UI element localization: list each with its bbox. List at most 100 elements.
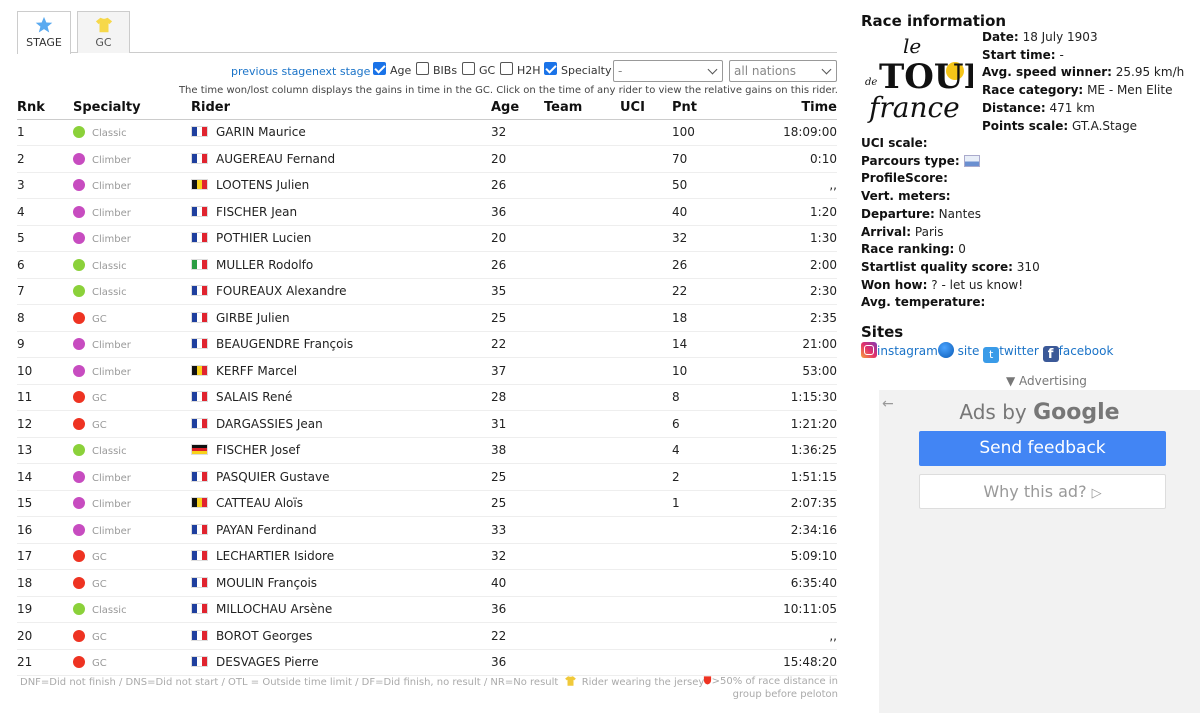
cell-time[interactable]: 21:00	[732, 331, 837, 358]
tab-gc-label: GC	[95, 36, 112, 49]
cell-time[interactable]: 5:09:10	[732, 543, 837, 570]
rider-link[interactable]: PAYAN Ferdinand	[216, 523, 317, 537]
tab-stage[interactable]: STAGE	[17, 11, 71, 54]
h2h-checkbox[interactable]	[500, 62, 513, 75]
cell-time[interactable]: 2:35	[732, 304, 837, 332]
advertising-label[interactable]: ▼ Advertising	[1006, 374, 1087, 388]
cell-time[interactable]: 1:30	[732, 225, 837, 252]
cell-team[interactable]	[544, 543, 620, 570]
cell-team[interactable]	[544, 278, 620, 305]
cell-time[interactable]: 2:30	[732, 278, 837, 305]
flag-fr-icon	[191, 391, 208, 403]
cell-team[interactable]	[544, 145, 620, 173]
cell-team[interactable]	[544, 622, 620, 650]
cell-time[interactable]: 2:34:16	[732, 516, 837, 544]
age-checkbox[interactable]	[373, 62, 386, 75]
rider-link[interactable]: FOUREAUX Alexandre	[216, 284, 347, 298]
cell-pnt: 22	[672, 278, 732, 305]
rider-link[interactable]: FISCHER Jean	[216, 205, 297, 219]
cell-team[interactable]	[544, 490, 620, 517]
cell-time[interactable]: 2:07:35	[732, 490, 837, 517]
cell-time[interactable]: 2:00	[732, 251, 837, 279]
cell-time[interactable]: 15:48:20	[732, 649, 837, 676]
cell-team[interactable]	[544, 225, 620, 252]
why-this-ad-button[interactable]: Why this ad? ▷	[919, 474, 1166, 509]
rider-link[interactable]: DARGASSIES Jean	[216, 417, 323, 431]
cell-specialty: Climber	[73, 145, 191, 173]
cell-team[interactable]	[544, 463, 620, 491]
site-link[interactable]: site	[958, 344, 980, 358]
cell-team[interactable]	[544, 331, 620, 358]
rider-link[interactable]: FISCHER Josef	[216, 443, 300, 457]
cell-time[interactable]: 1:20	[732, 198, 837, 226]
cell-time[interactable]: 1:15:30	[732, 384, 837, 411]
rider-link[interactable]: PASQUIER Gustave	[216, 470, 330, 484]
cell-team[interactable]	[544, 198, 620, 226]
cell-team[interactable]	[544, 251, 620, 279]
previous-stage-link[interactable]: previous stage	[231, 65, 312, 78]
cell-team[interactable]	[544, 516, 620, 544]
cell-specialty: Classic	[73, 437, 191, 464]
col-time[interactable]: Time	[732, 97, 837, 120]
rider-link[interactable]: CATTEAU Aloïs	[216, 496, 303, 510]
col-rider[interactable]: Rider	[191, 97, 491, 120]
rider-link[interactable]: LECHARTIER Isidore	[216, 549, 334, 563]
rider-link[interactable]: SALAIS René	[216, 390, 292, 404]
cell-time[interactable]: ,,	[732, 622, 837, 650]
nations-select[interactable]: all nations	[729, 60, 837, 82]
cell-time[interactable]: 0:10	[732, 145, 837, 173]
col-age[interactable]: Age	[491, 97, 544, 120]
instagram-link[interactable]: instagram	[877, 344, 938, 358]
rider-link[interactable]: DESVAGES Pierre	[216, 655, 319, 669]
cell-age: 25	[491, 490, 544, 517]
filter-select[interactable]: -	[613, 60, 723, 82]
cell-time[interactable]: 1:21:20	[732, 410, 837, 438]
bibs-checkbox[interactable]	[416, 62, 429, 75]
rider-link[interactable]: AUGEREAU Fernand	[216, 152, 335, 166]
rider-link[interactable]: KERFF Marcel	[216, 364, 297, 378]
rider-link[interactable]: MILLOCHAU Arsène	[216, 602, 332, 616]
cell-team[interactable]	[544, 304, 620, 332]
cell-team[interactable]	[544, 119, 620, 146]
table-header-row: Rnk Specialty Rider Age Team UCI Pnt Tim…	[17, 97, 837, 120]
cell-time[interactable]: 6:35:40	[732, 569, 837, 597]
tab-gc[interactable]: GC	[77, 11, 130, 53]
gc-checkbox[interactable]	[462, 62, 475, 75]
specialty-checkbox[interactable]	[544, 62, 557, 75]
rider-link[interactable]: BEAUGENDRE François	[216, 337, 353, 351]
cell-team[interactable]	[544, 357, 620, 385]
col-rnk[interactable]: Rnk	[17, 97, 73, 120]
cell-team[interactable]	[544, 410, 620, 438]
cell-team[interactable]	[544, 172, 620, 199]
cell-team[interactable]	[544, 437, 620, 464]
cell-time[interactable]: 1:36:25	[732, 437, 837, 464]
col-team[interactable]: Team	[544, 97, 620, 120]
rider-link[interactable]: POTHIER Lucien	[216, 231, 311, 245]
race-avg-speed: Avg. speed winner: 25.95 km/h	[982, 65, 1185, 80]
cell-specialty: GC	[73, 410, 191, 438]
col-pnt[interactable]: Pnt	[672, 97, 732, 120]
cell-age: 38	[491, 437, 544, 464]
cell-time[interactable]: 1:51:15	[732, 463, 837, 491]
twitter-link[interactable]: twitter	[999, 344, 1039, 358]
cell-team[interactable]	[544, 649, 620, 676]
col-specialty[interactable]: Specialty	[73, 97, 191, 120]
rider-link[interactable]: GARIN Maurice	[216, 125, 306, 139]
cell-time[interactable]: ,,	[732, 172, 837, 199]
facebook-link[interactable]: facebook	[1059, 344, 1114, 358]
cell-time[interactable]: 10:11:05	[732, 596, 837, 623]
col-uci[interactable]: UCI	[620, 97, 672, 120]
send-feedback-button[interactable]: Send feedback	[919, 431, 1166, 466]
cell-time[interactable]: 18:09:00	[732, 119, 837, 146]
next-stage-link[interactable]: next stage	[312, 65, 370, 78]
rider-link[interactable]: MOULIN François	[216, 576, 317, 590]
rider-link[interactable]: BOROT Georges	[216, 629, 312, 643]
cell-specialty: Classic	[73, 596, 191, 623]
rider-link[interactable]: GIRBE Julien	[216, 311, 290, 325]
cell-team[interactable]	[544, 596, 620, 623]
cell-time[interactable]: 53:00	[732, 357, 837, 385]
cell-team[interactable]	[544, 384, 620, 411]
cell-team[interactable]	[544, 569, 620, 597]
rider-link[interactable]: MULLER Rodolfo	[216, 258, 313, 272]
rider-link[interactable]: LOOTENS Julien	[216, 178, 309, 192]
